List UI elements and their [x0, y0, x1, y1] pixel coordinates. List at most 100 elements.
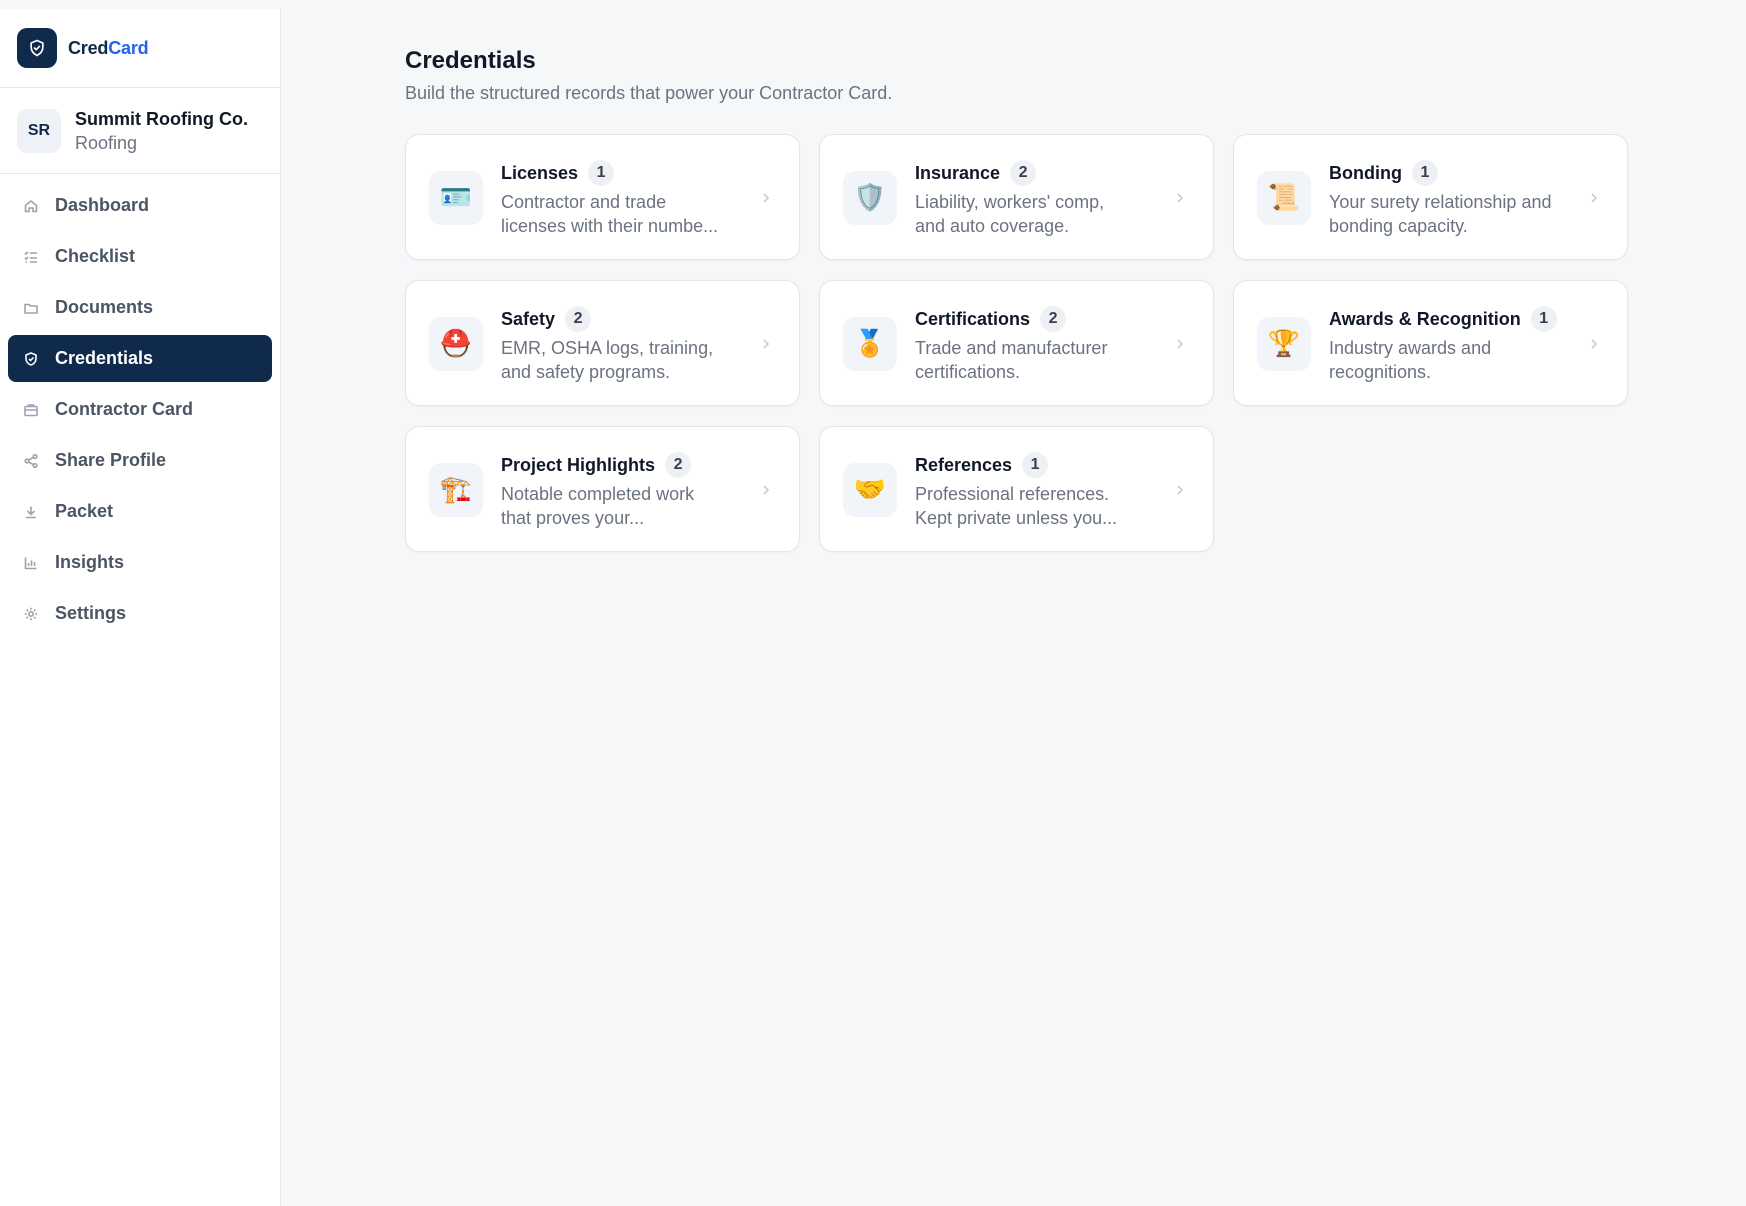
sidebar-item-label: Dashboard: [55, 195, 150, 215]
chevron-right-icon: [759, 335, 773, 353]
card-title: Insurance: [915, 162, 1001, 183]
card-description-line: and safety programs.: [501, 362, 671, 382]
card-description-line: that proves your...: [501, 508, 645, 528]
credential-card-licenses[interactable]: 🪪 Licenses 1 Contractor and trade licens…: [405, 134, 800, 260]
chevron-right-icon: [1587, 189, 1601, 207]
chevron-right-icon: [1173, 335, 1187, 353]
sidebar-item-label: Share Profile: [55, 450, 167, 470]
card-title: Bonding: [1329, 162, 1402, 183]
card-description-line: licenses with their numbe...: [501, 216, 719, 236]
card-description-line: Liability, workers' comp,: [915, 192, 1105, 212]
credential-card-references[interactable]: 🤝 References 1 Professional references. …: [819, 426, 1214, 552]
sidebar-item-share-profile[interactable]: Share Profile: [8, 437, 272, 484]
sidebar-item-documents[interactable]: Documents: [8, 284, 272, 331]
count-badge: 1: [1411, 160, 1438, 186]
count-badge: 2: [1010, 160, 1037, 186]
count-badge: 2: [565, 306, 592, 332]
card-description: Your surety relationship and bonding cap…: [1329, 190, 1579, 238]
card-description: Contractor and trade licenses with their…: [501, 190, 751, 238]
trophy-icon: 🏆: [1257, 317, 1311, 371]
org-trade: Roofing: [75, 132, 138, 153]
card-description: Trade and manufacturer certifications.: [915, 336, 1165, 384]
count-badge: 1: [1530, 306, 1557, 332]
sidebar-item-settings[interactable]: Settings: [8, 590, 272, 637]
card-description: EMR, OSHA logs, training, and safety pro…: [501, 336, 751, 384]
count-badge: 1: [1022, 452, 1049, 478]
card-description-line: certifications.: [915, 362, 1021, 382]
sidebar-item-packet[interactable]: Packet: [8, 488, 272, 535]
card-description-line: Notable completed work: [501, 484, 695, 504]
count-badge: 2: [665, 452, 692, 478]
credential-card-insurance[interactable]: 🛡️ Insurance 2 Liability, workers' comp,…: [819, 134, 1214, 260]
brand-name-part2: Card: [108, 37, 149, 58]
credential-card-safety[interactable]: ⛑️ Safety 2 EMR, OSHA logs, training, an…: [405, 280, 800, 406]
id-card-icon: 🪪: [429, 171, 483, 225]
credential-card-certifications[interactable]: 🏅 Certifications 2 Trade and manufacture…: [819, 280, 1214, 406]
download-icon: [22, 503, 40, 521]
card-description-line: Trade and manufacturer: [915, 338, 1108, 358]
sidebar-item-label: Checklist: [55, 246, 136, 266]
sidebar-item-label: Packet: [55, 501, 114, 521]
checklist-icon: [22, 248, 40, 266]
chevron-right-icon: [759, 481, 773, 499]
sidebar: CredCard SR Summit Roofing Co. Roofing D…: [0, 9, 281, 1206]
card-description-line: and auto coverage.: [915, 216, 1070, 236]
brand-name-part1: Cred: [68, 37, 109, 58]
sidebar-item-label: Contractor Card: [55, 399, 194, 419]
chevron-right-icon: [1173, 481, 1187, 499]
card-title: Awards & Recognition: [1329, 308, 1521, 329]
shield-icon: [22, 350, 40, 368]
scroll-icon: 📜: [1257, 171, 1311, 225]
handshake-icon: 🤝: [843, 463, 897, 517]
count-badge: 1: [588, 160, 615, 186]
card-description-line: Kept private unless you...: [915, 508, 1118, 528]
card-description-line: Contractor and trade: [501, 192, 667, 212]
org-name: Summit Roofing Co.: [75, 108, 248, 129]
card-description: Liability, workers' comp, and auto cover…: [915, 190, 1165, 238]
card-title: Project Highlights: [501, 454, 656, 475]
crane-icon: 🏗️: [429, 463, 483, 517]
credential-card-awards[interactable]: 🏆 Awards & Recognition 1 Industry awards…: [1233, 280, 1628, 406]
brand[interactable]: CredCard: [0, 9, 280, 88]
card-description-line: recognitions.: [1329, 362, 1432, 382]
card-description: Professional references. Kept private un…: [915, 482, 1165, 530]
credential-card-project-highlights[interactable]: 🏗️ Project Highlights 2 Notable complete…: [405, 426, 800, 552]
card-description: Industry awards and recognitions.: [1329, 336, 1579, 384]
card-description-line: EMR, OSHA logs, training,: [501, 338, 714, 358]
sidebar-item-insights[interactable]: Insights: [8, 539, 272, 586]
rescue-helmet-icon: ⛑️: [429, 317, 483, 371]
sidebar-item-credentials[interactable]: Credentials: [8, 335, 272, 382]
count-badge: 2: [1040, 306, 1067, 332]
avatar: SR: [17, 108, 61, 153]
credential-card-bonding[interactable]: 📜 Bonding 1 Your surety relationship and…: [1233, 134, 1628, 260]
share-icon: [22, 452, 40, 470]
page-subtitle: Build the structured records that power …: [405, 83, 893, 103]
sidebar-item-label: Documents: [55, 297, 154, 317]
brand-logo-shield-icon: [17, 28, 57, 68]
home-icon: [22, 197, 40, 215]
card-title: Safety: [501, 308, 556, 329]
bar-chart-icon: [22, 554, 40, 572]
medal-icon: 🏅: [843, 317, 897, 371]
sidebar-item-dashboard[interactable]: Dashboard: [8, 182, 272, 229]
card-description-line: Professional references.: [915, 484, 1110, 504]
sidebar-item-contractor-card[interactable]: Contractor Card: [8, 386, 272, 433]
org-switcher[interactable]: SR Summit Roofing Co. Roofing: [0, 88, 280, 174]
card-description: Notable completed work that proves your.…: [501, 482, 751, 530]
sidebar-item-label: Credentials: [55, 348, 154, 368]
chevron-right-icon: [1587, 335, 1601, 353]
card-title: Licenses: [501, 162, 579, 183]
page-title: Credentials: [405, 47, 536, 74]
sidebar-item-label: Insights: [55, 552, 125, 572]
sidebar-item-checklist[interactable]: Checklist: [8, 233, 272, 280]
folder-icon: [22, 299, 40, 317]
card-description-line: Your surety relationship and: [1329, 192, 1552, 212]
shield-icon: 🛡️: [843, 171, 897, 225]
sidebar-nav: Dashboard Checklist Documents Credential…: [0, 174, 280, 637]
card-title: References: [915, 454, 1013, 475]
card-title: Certifications: [915, 308, 1031, 329]
chevron-right-icon: [1173, 189, 1187, 207]
gear-icon: [22, 605, 40, 623]
card-icon: [22, 401, 40, 419]
brand-name: CredCard: [68, 37, 149, 59]
